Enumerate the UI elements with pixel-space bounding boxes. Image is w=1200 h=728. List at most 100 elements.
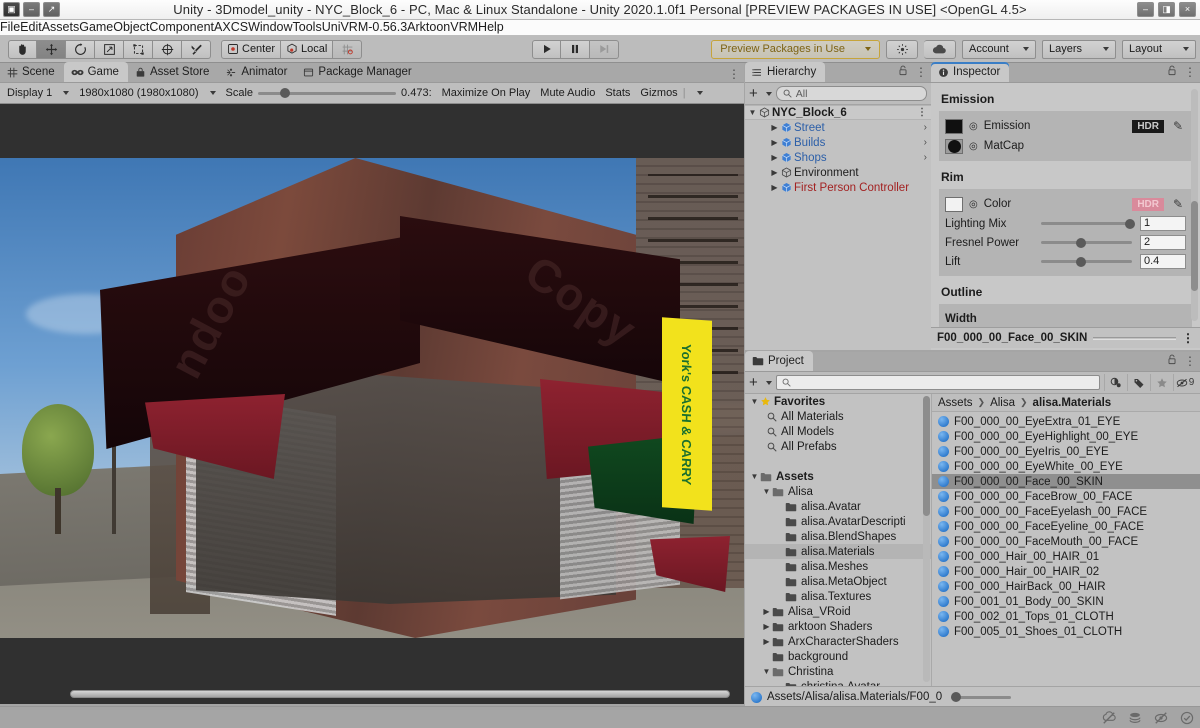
maximize-on-play-toggle[interactable]: Maximize On Play <box>437 84 536 102</box>
maximize-button[interactable]: ◨ <box>1158 2 1175 17</box>
slider-knob[interactable] <box>1075 256 1086 267</box>
lock-icon[interactable] <box>1167 354 1177 368</box>
hierarchy-item-street[interactable]: ▶ Street › <box>745 120 931 135</box>
chevron-down-icon[interactable]: ▼ <box>761 487 772 496</box>
lift-field[interactable]: 0.4 <box>1140 254 1186 269</box>
hierarchy-item-builds[interactable]: ▶ Builds › <box>745 135 931 150</box>
eyedropper-icon[interactable]: ✎ <box>1170 119 1186 133</box>
menu-component[interactable]: Component <box>149 20 214 35</box>
step-button[interactable] <box>590 39 619 59</box>
tree-item-christina[interactable]: ▼ Christina <box>745 664 931 679</box>
account-dropdown[interactable]: Account <box>962 39 1036 59</box>
fresnel-power-field[interactable]: 2 <box>1140 235 1186 250</box>
asset-row[interactable]: F00_000_00_FaceMouth_00_FACE <box>932 534 1200 549</box>
scale-tool[interactable] <box>95 39 124 59</box>
chevron-right-icon[interactable]: › <box>924 122 927 133</box>
tab-animator[interactable]: Animator <box>218 62 296 82</box>
preview-packages-dropdown[interactable]: Preview Packages in Use <box>711 39 880 59</box>
stats-toggle[interactable]: Stats <box>600 84 635 102</box>
window-shade-button[interactable]: – <box>23 2 40 17</box>
chevron-right-icon[interactable]: ▶ <box>769 153 780 162</box>
close-button[interactable]: × <box>1179 2 1196 17</box>
tree-item-alisa-avatar[interactable]: alisa.Avatar <box>745 499 931 514</box>
hierarchy-search-input[interactable]: All <box>775 86 927 101</box>
asset-zoom-knob[interactable] <box>951 692 962 702</box>
slider-knob[interactable] <box>1124 218 1135 229</box>
layers-dropdown[interactable]: Layers <box>1042 39 1116 59</box>
kebab-icon[interactable]: ⋮ <box>1184 66 1196 78</box>
lighting-mix-row[interactable]: Lighting Mix 1 <box>945 214 1186 233</box>
chevron-right-icon[interactable]: ▶ <box>769 168 780 177</box>
tree-item-alisa-avatardescription[interactable]: alisa.AvatarDescripti <box>745 514 931 529</box>
tab-inspector[interactable]: Inspector <box>931 62 1010 82</box>
inspector-scrollbar-thumb[interactable] <box>1191 201 1198 291</box>
kebab-icon[interactable]: ⋮ <box>728 68 740 80</box>
chevron-right-icon[interactable]: ▶ <box>761 637 772 646</box>
chevron-down-icon[interactable]: ▼ <box>747 108 758 117</box>
tree-item-arxcharactershaders[interactable]: ▶ ArxCharacterShaders <box>745 634 931 649</box>
tree-item-all-materials[interactable]: All Materials <box>745 409 931 424</box>
tab-hierarchy[interactable]: Hierarchy <box>745 62 826 82</box>
lift-slider[interactable] <box>1041 256 1132 267</box>
layers-stack-icon[interactable] <box>1122 707 1148 728</box>
hand-tool[interactable] <box>8 39 37 59</box>
breadcrumb-alisa[interactable]: Alisa <box>990 397 1015 409</box>
custom-editor-tool[interactable] <box>182 39 211 59</box>
rotate-tool[interactable] <box>66 39 95 59</box>
matcap-color-swatch[interactable] <box>945 138 963 154</box>
gizmos-dropdown[interactable]: Gizmos | <box>635 84 707 102</box>
favorite-star-icon[interactable] <box>1150 374 1173 391</box>
chevron-right-icon[interactable]: ▶ <box>769 183 780 192</box>
cloud-icon[interactable] <box>924 39 956 59</box>
project-tree-scrollbar-thumb[interactable] <box>923 396 930 516</box>
tree-item-alisa-meshes[interactable]: alisa.Meshes <box>745 559 931 574</box>
hierarchy-item-shops[interactable]: ▶ Shops › <box>745 150 931 165</box>
asset-row[interactable]: F00_000_00_EyeHighlight_00_EYE <box>932 429 1200 444</box>
eyedropper-icon[interactable]: ✎ <box>1170 197 1186 211</box>
kebab-icon[interactable]: ⋮ <box>915 66 927 78</box>
tree-item-alisa-vroid[interactable]: ▶ Alisa_VRoid <box>745 604 931 619</box>
menu-vrm[interactable]: VRM <box>450 20 478 35</box>
rim-color-row[interactable]: ◎ Color HDR ✎ <box>945 194 1186 214</box>
tree-item-alisa-blendshapes[interactable]: alisa.BlendShapes <box>745 529 931 544</box>
pivot-rotation-button[interactable]: Local <box>281 39 334 59</box>
emission-color-swatch[interactable] <box>945 118 963 134</box>
fresnel-power-slider[interactable] <box>1041 237 1132 248</box>
project-add-button[interactable]: + <box>749 375 772 390</box>
tab-scene[interactable]: Scene <box>0 62 64 82</box>
tree-item-arktoon-shaders[interactable]: ▶ arktoon Shaders <box>745 619 931 634</box>
lighting-mix-slider[interactable] <box>1041 218 1135 229</box>
layout-dropdown[interactable]: Layout <box>1122 39 1196 59</box>
lift-row[interactable]: Lift 0.4 <box>945 252 1186 271</box>
minimize-button[interactable]: – <box>1137 2 1154 17</box>
hidden-packages-icon[interactable]: 9 <box>1173 374 1196 391</box>
menu-help[interactable]: Help <box>478 20 504 35</box>
game-horizontal-scrollbar[interactable] <box>70 690 730 698</box>
lighting-mix-field[interactable]: 1 <box>1140 216 1186 231</box>
tab-package-manager[interactable]: Package Manager <box>296 62 420 82</box>
breadcrumb-assets[interactable]: Assets <box>938 397 973 409</box>
game-render-canvas[interactable]: ndoo Copy York's CASH & CARRY <box>0 104 744 704</box>
display-dropdown[interactable]: Display 1 <box>2 84 74 102</box>
unity-icon[interactable]: ▣ <box>3 2 20 17</box>
chevron-down-icon[interactable]: ▼ <box>749 472 760 481</box>
menu-axcs[interactable]: AXCS <box>214 20 248 35</box>
grid-snapping-button[interactable] <box>333 39 363 59</box>
fresnel-power-row[interactable]: Fresnel Power 2 <box>945 233 1186 252</box>
chevron-right-icon[interactable]: › <box>924 152 927 163</box>
breadcrumb-alisa-materials[interactable]: alisa.Materials <box>1033 397 1112 409</box>
asset-row[interactable]: F00_000_HairBack_00_HAIR <box>932 579 1200 594</box>
mute-audio-toggle[interactable]: Mute Audio <box>535 84 600 102</box>
scale-slider-knob[interactable] <box>280 88 291 98</box>
chevron-right-icon[interactable]: ▶ <box>761 607 772 616</box>
menu-univrm[interactable]: UniVRM-0.56.3 <box>322 20 407 35</box>
services-icon[interactable] <box>886 39 918 59</box>
tree-item-alisa-materials[interactable]: alisa.Materials <box>745 544 931 559</box>
check-circle-icon[interactable] <box>1174 707 1200 728</box>
scale-slider[interactable]: Scale 0.473: <box>221 84 437 102</box>
no-collab-icon[interactable] <box>1096 707 1122 728</box>
lock-icon[interactable] <box>898 65 908 79</box>
asset-row[interactable]: F00_001_01_Body_00_SKIN <box>932 594 1200 609</box>
chevron-right-icon[interactable]: ▶ <box>761 622 772 631</box>
move-tool[interactable] <box>37 39 66 59</box>
